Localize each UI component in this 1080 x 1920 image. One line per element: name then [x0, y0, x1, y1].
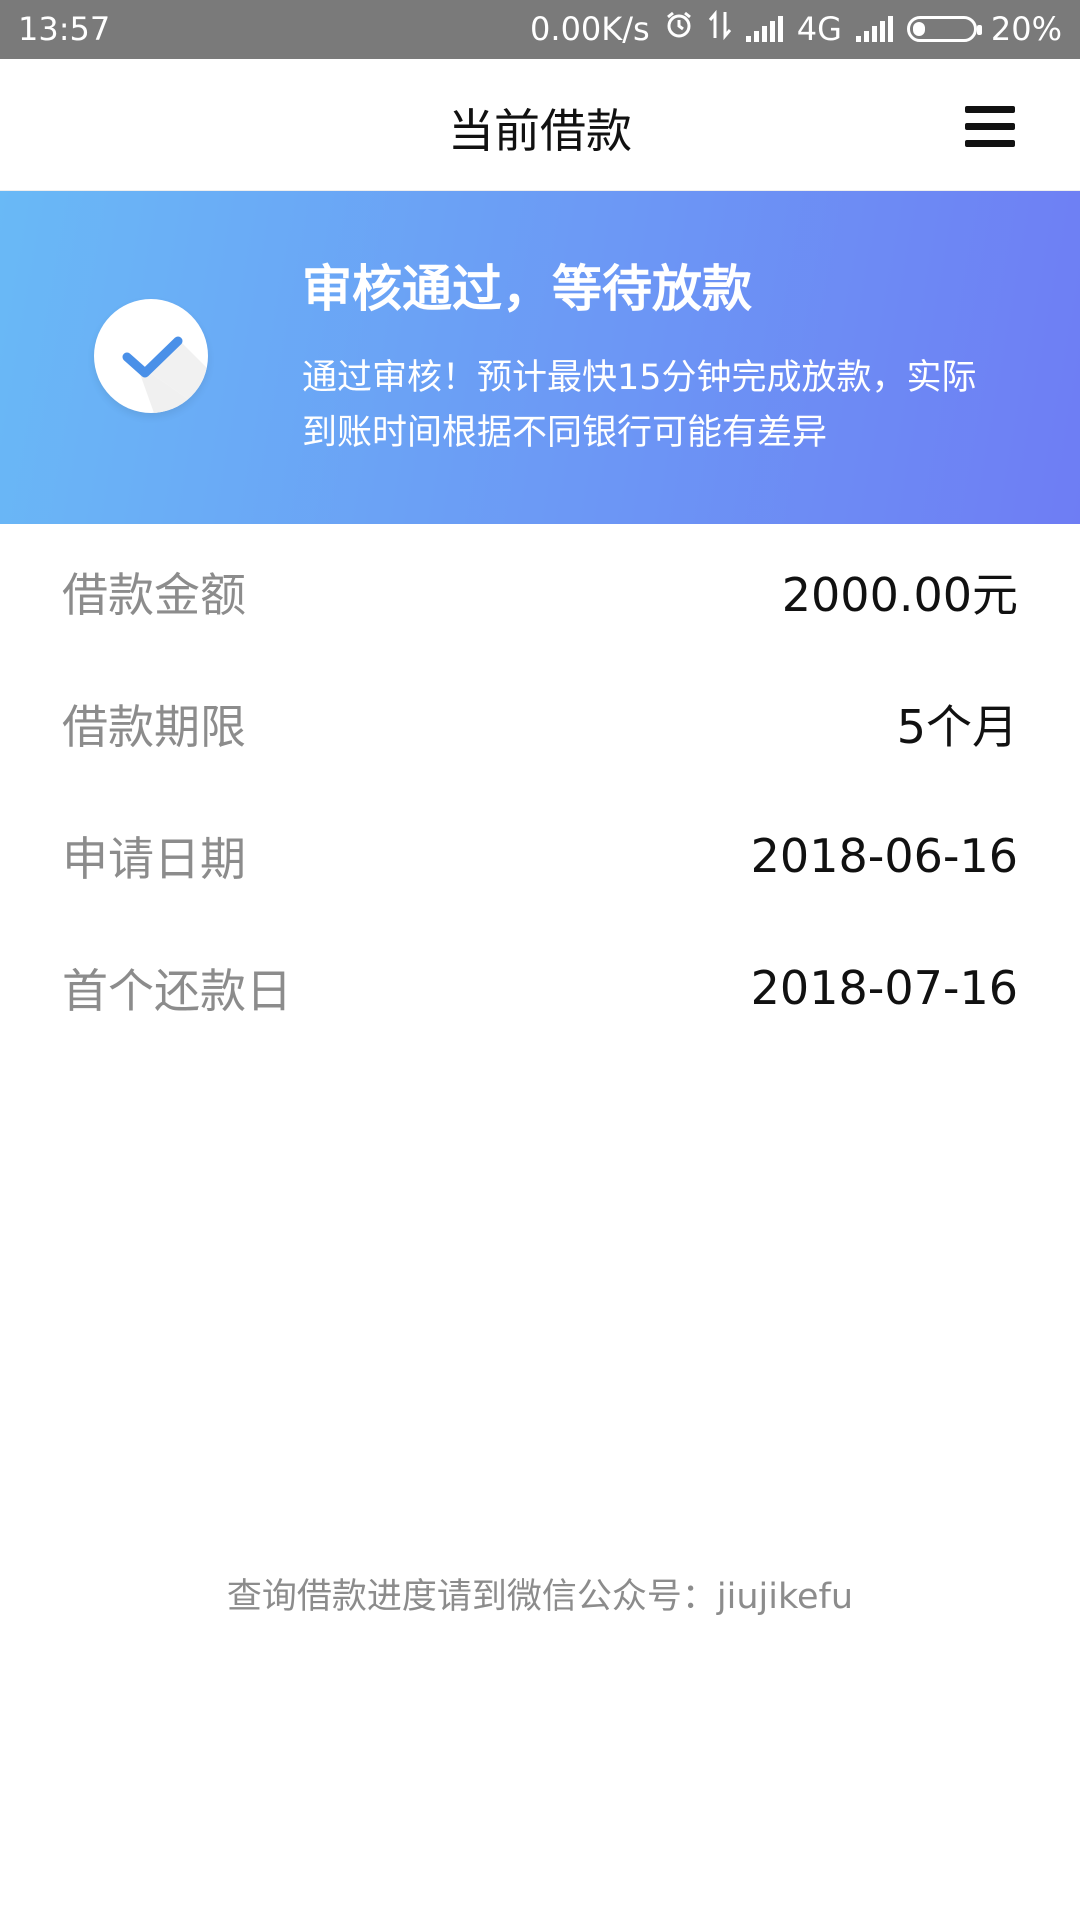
alarm-icon [664, 10, 694, 48]
detail-row-amount: 借款金额 2000.00元 [0, 524, 1080, 656]
network-type: 4G [796, 10, 842, 48]
detail-row-apply-date: 申请日期 2018-06-16 [0, 788, 1080, 920]
detail-label: 首个还款日 [62, 964, 292, 1018]
status-banner: 审核通过，等待放款 通过审核！预计最快15分钟完成放款，实际到账时间根据不同银行… [0, 191, 1080, 524]
net-speed: 0.00K/s [530, 10, 650, 48]
menu-button[interactable] [965, 106, 1015, 148]
check-icon [94, 299, 208, 413]
battery-percent: 20% [990, 10, 1062, 48]
detail-value: 5个月 [896, 700, 1018, 754]
detail-row-first-repayment: 首个还款日 2018-07-16 [0, 920, 1080, 1052]
detail-value: 2000.00元 [781, 568, 1018, 622]
detail-row-term: 借款期限 5个月 [0, 656, 1080, 788]
page-title: 当前借款 [448, 104, 632, 158]
detail-value: 2018-07-16 [750, 961, 1018, 1015]
status-indicators: 0.00K/s 4G 20% [530, 9, 1062, 48]
status-description: 通过审核！预计最快15分钟完成放款，实际到账时间根据不同银行可能有差异 [302, 358, 977, 453]
status-time: 13:57 [18, 10, 111, 48]
app-header: 当前借款 [0, 59, 1080, 191]
signal-strength-icon [745, 16, 783, 42]
signal-strength-icon-2 [855, 16, 893, 42]
detail-label: 借款期限 [62, 700, 246, 754]
battery-icon [906, 16, 982, 42]
detail-label: 申请日期 [62, 832, 246, 886]
detail-label: 借款金额 [62, 568, 246, 622]
wechat-note: 查询借款进度请到微信公众号：jiujikefu [226, 1577, 854, 1617]
status-bar: 13:57 0.00K/s 4G 20% [0, 0, 1080, 59]
loan-details: 借款金额 2000.00元 借款期限 5个月 申请日期 2018-06-16 首… [0, 524, 1080, 1052]
data-transfer-icon [708, 9, 732, 48]
status-headline: 审核通过，等待放款 [302, 260, 752, 318]
detail-value: 2018-06-16 [750, 829, 1018, 883]
